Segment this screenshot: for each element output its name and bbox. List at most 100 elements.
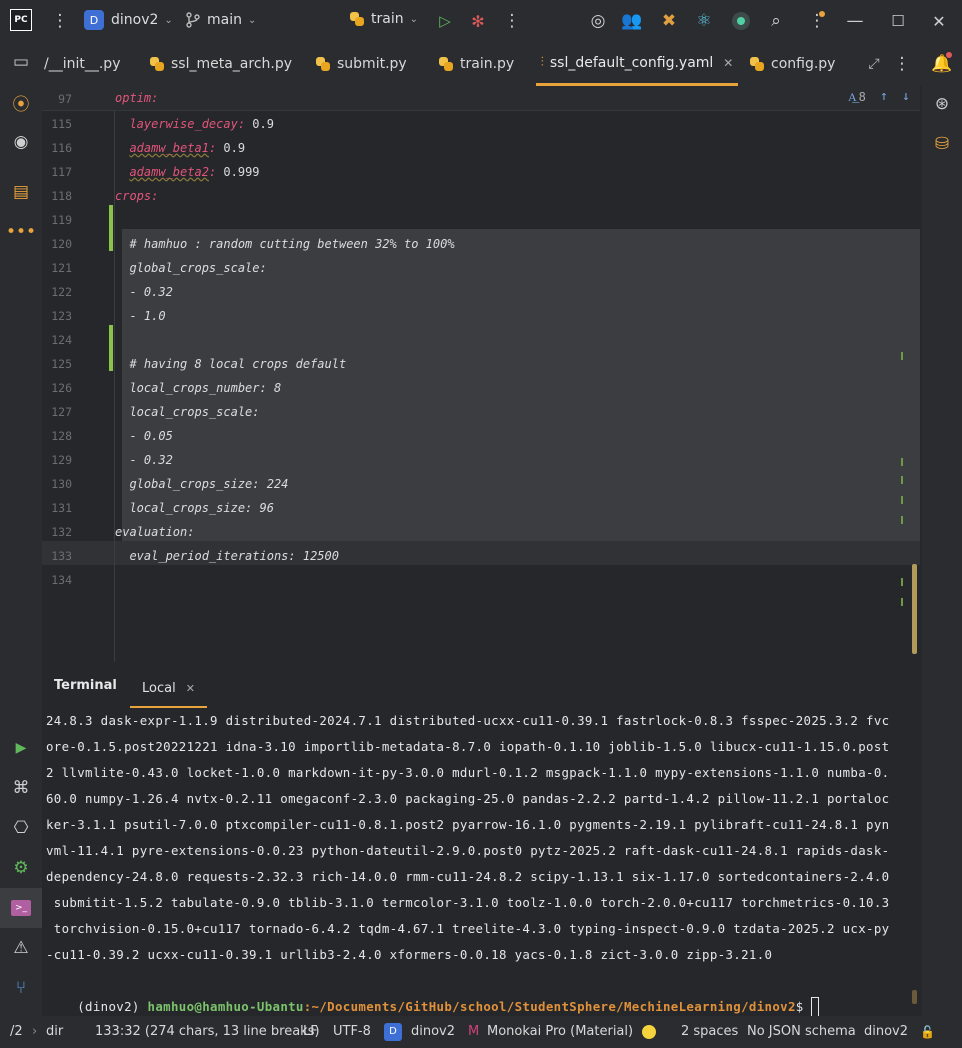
code-line: 127 local_crops_scale: [42, 400, 920, 424]
code-line: 125 # having 8 local crops default [42, 352, 920, 376]
line-number: 125 [51, 357, 72, 371]
copilot-icon[interactable] [727, 7, 755, 35]
tab-submit[interactable]: submit.py [316, 42, 407, 86]
breadcrumb-dir[interactable]: dir [46, 1016, 63, 1048]
line-ending[interactable]: LF [303, 1016, 318, 1048]
github-icon[interactable]: ◉ [7, 128, 35, 156]
yaml-value: 0.9 [245, 117, 274, 131]
tab-train[interactable]: train.py [439, 42, 514, 86]
project-selector[interactable]: D dinov2 ⌄ [84, 10, 173, 30]
settings-menu-icon[interactable]: ⋮ [803, 7, 831, 35]
terminal-output-line: vml-11.4.1 pyre-extensions-0.0.23 python… [46, 843, 890, 858]
maximize-icon[interactable]: ☐ [884, 7, 912, 35]
sticky-line-text: optim: [115, 91, 159, 105]
editor-scrollbar[interactable] [912, 564, 917, 654]
code-line: 123 - 1.0 [42, 304, 920, 328]
terminal-scrollbar[interactable] [912, 990, 917, 1004]
python-console-icon[interactable]: ⌘ [7, 774, 35, 802]
close-terminal-tab-icon[interactable]: ✕ [186, 682, 195, 695]
arrow-up-icon[interactable]: ↑ [880, 89, 888, 104]
minimize-icon[interactable]: — [841, 7, 869, 35]
scroll-marker [901, 476, 903, 484]
tab-config[interactable]: config.py [750, 42, 835, 86]
search-icon[interactable]: ⌕ [762, 7, 790, 35]
close-tab-icon[interactable]: ✕ [723, 56, 733, 70]
ai-assistant-icon[interactable]: ⊛ [928, 90, 956, 118]
project-view-icon[interactable]: ▭ [7, 48, 35, 76]
line-number: 129 [51, 453, 72, 467]
right-tool-strip: 🔔 ⊛ ⛁ [922, 42, 962, 1016]
line-number: 120 [51, 237, 72, 251]
code-line: 132 evaluation: [42, 520, 920, 544]
tab-ssl-default-config[interactable]: ⫶ ssl_default_config.yaml ✕ [536, 42, 738, 86]
run-config-name: train [371, 11, 404, 27]
structure-icon[interactable]: ▤ [7, 178, 35, 206]
line-text: local_crops_number: 8 [115, 381, 282, 395]
run-tool-icon[interactable]: ▶ [7, 734, 35, 762]
notifications-icon[interactable]: 🔔 [928, 50, 956, 78]
line-text: local_crops_size: 96 [115, 501, 274, 515]
editor-tabs: /__init__.py ssl_meta_arch.py submit.py … [42, 42, 922, 86]
app-logo[interactable]: PC [10, 9, 32, 31]
more-tools-icon[interactable]: ••• [6, 218, 36, 246]
branch-selector[interactable]: main ⌄ [186, 12, 256, 28]
code-editor[interactable]: 97 optim: A͟ 8 ↑ ↓ 115 layerwise_decay: 0… [42, 86, 922, 662]
terminal-prompt[interactable]: (dinov2) hamhuo@hamhuo-Ubantu:~/Document… [46, 968, 820, 1019]
expand-icon[interactable]: ⤢ [860, 50, 888, 78]
left-tool-strip: ▭ ⦿ ◉ ▤ ••• ▶ ⌘ ⎔ ⚙ >_ ⚠ ⑂ [0, 42, 42, 1016]
run-icon[interactable]: ▷ [431, 7, 459, 35]
tab-local-terminal[interactable]: Local ✕ [130, 670, 207, 708]
services-icon[interactable]: ⚙ [7, 854, 35, 882]
tab-init[interactable]: /__init__.py [44, 42, 120, 86]
tab-options-icon[interactable]: ⋮ [888, 50, 916, 78]
terminal-panel: Terminal Local ✕ 24.8.3 dask-expr-1.1.9 … [42, 662, 922, 1019]
problems-icon[interactable]: ⚠ [7, 934, 35, 962]
users-icon[interactable]: 👥 [618, 7, 646, 35]
status-bar: /2 › dir 133:32 (274 chars, 13 line brea… [0, 1016, 962, 1048]
indent-setting[interactable]: 2 spaces [681, 1016, 738, 1048]
chevron-down-icon: ⌄ [409, 13, 418, 25]
arrow-down-icon[interactable]: ↓ [902, 89, 910, 104]
breadcrumb-left[interactable]: /2 [10, 1016, 23, 1048]
spellcheck-icon[interactable]: A͟ 8 [848, 90, 866, 105]
theme-name[interactable]: Monokai Pro (Material) [487, 1016, 633, 1048]
project-name-status[interactable]: dinov2 [864, 1016, 908, 1048]
status-indicator-icon[interactable] [642, 1025, 656, 1039]
run-config-selector[interactable]: train ⌄ [350, 11, 418, 27]
line-number: 97 [58, 92, 72, 106]
code-line: 115 layerwise_decay: 0.9 [42, 112, 920, 136]
code-line: 128 - 0.05 [42, 424, 920, 448]
line-text: # having 8 local crops default [115, 357, 347, 371]
debug-icon[interactable]: ✻ [464, 7, 492, 35]
interpreter-selector[interactable]: D dinov2 [384, 1016, 455, 1048]
inspection-count: 8 [858, 90, 866, 104]
tools-icon[interactable]: ✖ [655, 7, 683, 35]
terminal-output-line: 24.8.3 dask-expr-1.1.9 distributed-2024.… [46, 713, 890, 728]
tab-ssl-meta-arch[interactable]: ssl_meta_arch.py [150, 42, 292, 86]
more-actions-icon[interactable]: ⋮ [498, 7, 526, 35]
code-line: 118 crops: [42, 184, 920, 208]
database-icon[interactable]: ⛁ [928, 130, 956, 158]
python-file-icon [316, 57, 330, 71]
code-line: 119 [42, 208, 920, 232]
terminal-tool-active[interactable]: >_ [0, 888, 42, 928]
commit-icon[interactable]: ⦿ [7, 88, 35, 116]
close-icon[interactable]: ✕ [925, 7, 953, 35]
git-tool-icon[interactable]: ⑂ [7, 974, 35, 1002]
file-encoding[interactable]: UTF-8 [333, 1016, 371, 1048]
main-menu-icon[interactable]: ⋮ [46, 7, 74, 35]
line-number: 116 [51, 141, 72, 155]
change-marker [109, 325, 113, 371]
lock-icon[interactable]: 🔓 [920, 1016, 935, 1048]
line-number: 117 [51, 165, 72, 179]
code-line: 120 # hamhuo : random cutting between 32… [42, 232, 920, 256]
python-packages-icon[interactable]: ⎔ [7, 814, 35, 842]
json-schema[interactable]: No JSON schema [747, 1016, 856, 1048]
change-marker [109, 205, 113, 251]
line-text: eval_period_iterations: 12500 [115, 549, 339, 563]
swirl-icon[interactable]: ◎ [584, 7, 612, 35]
cursor-position[interactable]: 133:32 (274 chars, 13 line breaks) [95, 1016, 320, 1048]
sticky-scroll-header[interactable]: 97 optim: A͟ 8 ↑ ↓ [42, 86, 920, 111]
interpreter-name: dinov2 [411, 1024, 456, 1039]
atom-icon[interactable]: ⚛ [690, 7, 718, 35]
